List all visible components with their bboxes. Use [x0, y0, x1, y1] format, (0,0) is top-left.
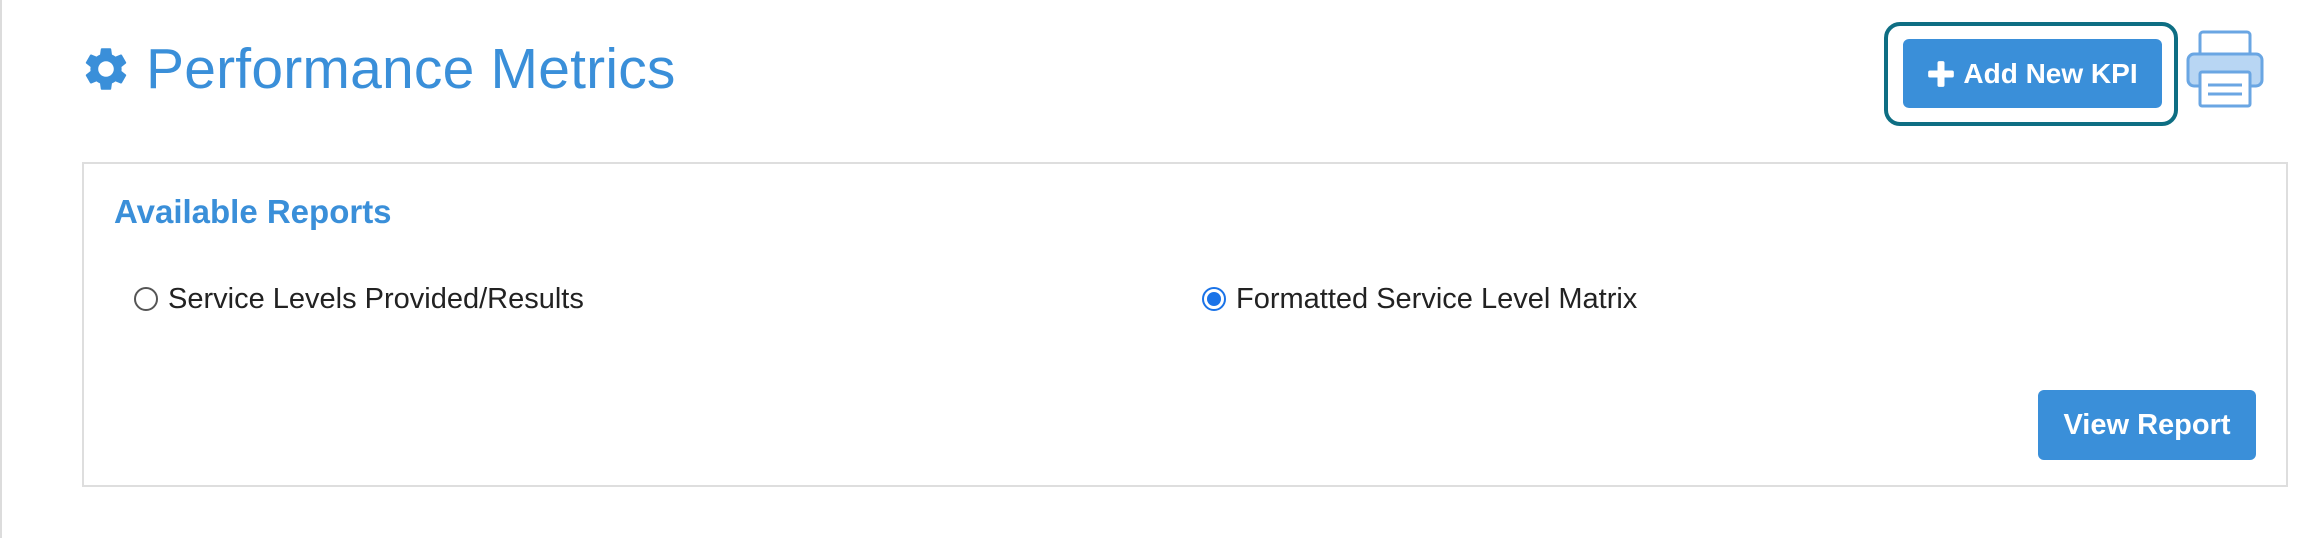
left-border — [0, 0, 2, 538]
report-option-label: Service Levels Provided/Results — [168, 283, 584, 315]
report-option-label: Formatted Service Level Matrix — [1236, 283, 1638, 315]
available-reports-panel: Available Reports Service Levels Provide… — [82, 162, 2288, 487]
radio-unchecked[interactable] — [134, 287, 158, 311]
add-new-kpi-label: Add New KPI — [1963, 57, 2138, 89]
page-title: Performance Metrics — [146, 37, 676, 101]
view-report-button[interactable]: View Report — [2038, 390, 2256, 460]
gear-icon — [85, 48, 127, 90]
printer-icon[interactable] — [2184, 28, 2266, 110]
panel-title: Available Reports — [114, 193, 392, 230]
add-new-kpi-button[interactable]: Add New KPI — [1903, 39, 2162, 108]
radio-checked[interactable] — [1202, 287, 1226, 311]
plus-icon — [1928, 60, 1955, 87]
report-option-formatted-matrix[interactable]: Formatted Service Level Matrix — [1202, 282, 1637, 316]
page-header: Performance Metrics — [80, 36, 676, 102]
report-option-service-levels[interactable]: Service Levels Provided/Results — [134, 282, 584, 316]
